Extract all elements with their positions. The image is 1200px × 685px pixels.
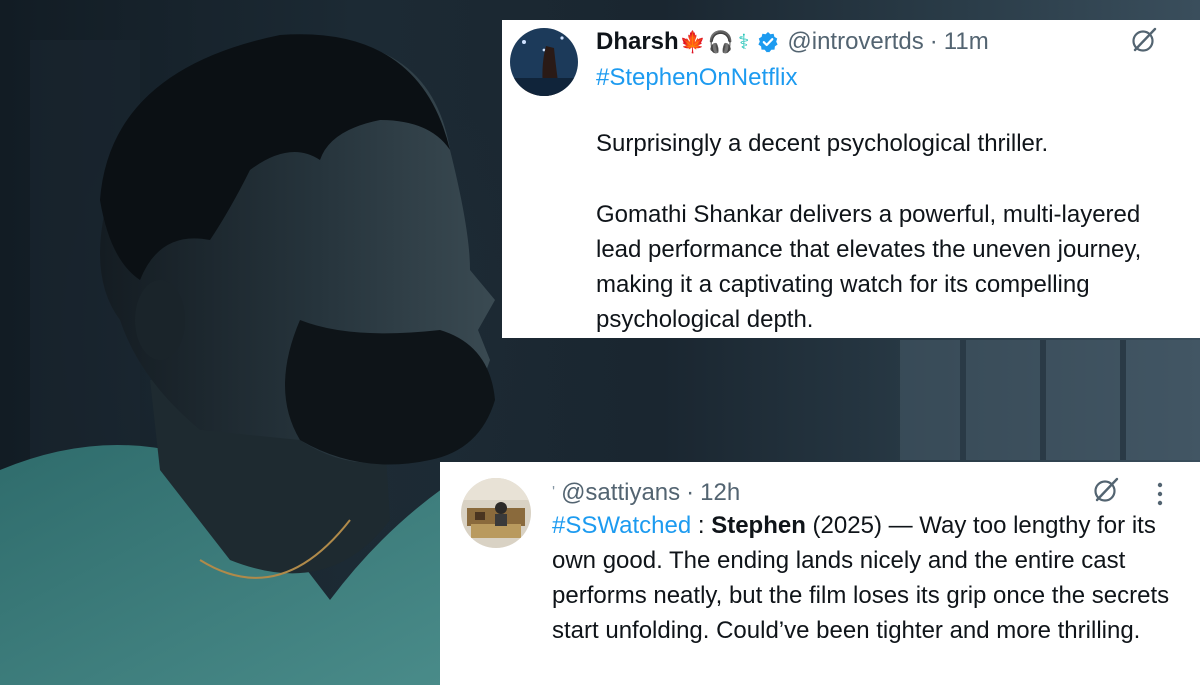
tweet-card-1[interactable]: Dharsh 🍁 🎧 ⚕ @introvertds · 11m #Stephen…: [502, 20, 1200, 338]
tweet-paragraph-2: Gomathi Shankar delivers a powerful, mul…: [596, 197, 1141, 337]
tweet-card-2[interactable]: ' @sattiyans · 12h #SSWatched : Stephen …: [440, 462, 1200, 685]
headphones-icon: 🎧: [707, 30, 734, 54]
hashtag-link[interactable]: #SSWatched: [552, 512, 691, 539]
separator-dot: ·: [929, 28, 938, 55]
truncated-name-glyph: ': [552, 484, 556, 501]
tweet-line: psychological depth.: [596, 306, 814, 333]
staff-of-aesculapius-icon: ⚕: [738, 30, 750, 54]
avatar[interactable]: [461, 478, 531, 548]
maple-leaf-icon: 🍁: [679, 30, 706, 54]
tweet-header: ' @sattiyans · 12h: [552, 478, 740, 508]
screenshot-canvas: Dharsh 🍁 🎧 ⚕ @introvertds · 11m #Stephen…: [0, 0, 1200, 685]
user-handle[interactable]: @sattiyans: [561, 478, 680, 508]
tweet-line: lead performance that elevates the uneve…: [596, 236, 1142, 263]
verified-badge-icon: [757, 31, 779, 53]
tweet-line: making it a captivating watch for its co…: [596, 271, 1090, 298]
user-handle[interactable]: @introvertds: [787, 27, 923, 57]
avatar[interactable]: [510, 28, 578, 96]
avatar-image: [461, 478, 531, 548]
more-vertical-icon[interactable]: [1153, 480, 1167, 510]
tweet-line: Gomathi Shankar delivers a powerful, mul…: [596, 201, 1141, 228]
timestamp[interactable]: 11m: [944, 27, 989, 57]
avatar-image: [510, 28, 578, 96]
display-name[interactable]: Dharsh: [596, 27, 679, 57]
grok-icon[interactable]: [1130, 26, 1158, 54]
bold-title: Stephen: [711, 512, 806, 539]
tweet-header: Dharsh 🍁 🎧 ⚕ @introvertds · 11m: [596, 27, 989, 57]
grok-icon[interactable]: [1092, 476, 1120, 504]
separator-dot: ·: [686, 479, 695, 506]
colon-separator: :: [691, 512, 712, 539]
timestamp[interactable]: 12h: [700, 478, 740, 508]
tweet-paragraph-1: Surprisingly a decent psychological thri…: [596, 130, 1049, 157]
hashtag-link[interactable]: #StephenOnNetflix: [596, 63, 797, 93]
tweet-body: #SSWatched : Stephen (2025) — Way too le…: [552, 508, 1192, 648]
